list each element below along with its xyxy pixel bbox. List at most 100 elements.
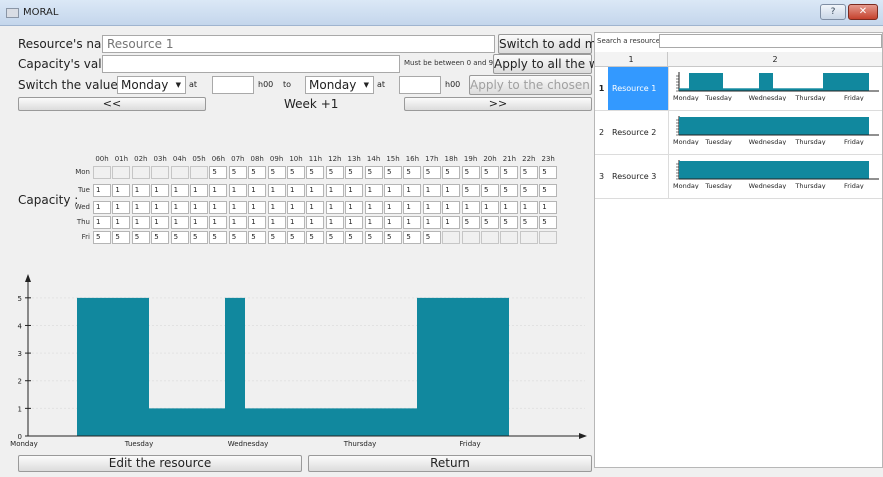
resource-item-3[interactable]: Resource 3: [608, 155, 668, 198]
capacity-cell[interactable]: 1: [403, 184, 422, 197]
capacity-cell[interactable]: 5: [461, 166, 480, 179]
capacity-cell[interactable]: 5: [539, 184, 558, 197]
capacity-cell[interactable]: 1: [170, 216, 189, 229]
capacity-cell[interactable]: 5: [151, 231, 170, 244]
capacity-cell[interactable]: 5: [539, 216, 558, 229]
search-resource-input[interactable]: [659, 34, 882, 48]
capacity-cell[interactable]: 1: [422, 184, 441, 197]
capacity-cell[interactable]: 1: [209, 201, 228, 214]
close-button[interactable]: ✕: [848, 4, 878, 20]
capacity-cell[interactable]: 1: [306, 184, 325, 197]
capacity-cell[interactable]: 1: [442, 201, 461, 214]
resource-item-2[interactable]: Resource 2: [608, 111, 668, 154]
capacity-cell[interactable]: 1: [403, 201, 422, 214]
capacity-cell[interactable]: 1: [209, 184, 228, 197]
capacity-cell[interactable]: 1: [170, 201, 189, 214]
capacity-cell[interactable]: 1: [131, 184, 150, 197]
capacity-cell[interactable]: [170, 166, 189, 179]
capacity-cell[interactable]: 1: [422, 216, 441, 229]
resource-item-1[interactable]: Resource 1: [608, 67, 668, 110]
capacity-cell[interactable]: 1: [442, 216, 461, 229]
capacity-cell[interactable]: 1: [267, 184, 286, 197]
capacity-cell[interactable]: 1: [403, 216, 422, 229]
capacity-cell[interactable]: [131, 166, 150, 179]
apply-week-button[interactable]: Apply to all the week: [493, 54, 620, 74]
capacity-cell[interactable]: 5: [248, 166, 267, 179]
capacity-cell[interactable]: 1: [228, 216, 247, 229]
capacity-cell[interactable]: 5: [364, 231, 383, 244]
capacity-cell[interactable]: 1: [267, 216, 286, 229]
capacity-cell[interactable]: [500, 231, 519, 244]
capacity-cell[interactable]: [112, 166, 131, 179]
capacity-cell[interactable]: [442, 231, 461, 244]
capacity-cell[interactable]: 1: [364, 216, 383, 229]
help-button[interactable]: ?: [820, 4, 846, 20]
capacity-cell[interactable]: 5: [442, 166, 461, 179]
capacity-cell[interactable]: 1: [345, 216, 364, 229]
capacity-cell[interactable]: 1: [461, 201, 480, 214]
capacity-cell[interactable]: 1: [248, 184, 267, 197]
capacity-cell[interactable]: 5: [228, 166, 247, 179]
capacity-cell[interactable]: 5: [422, 231, 441, 244]
capacity-cell[interactable]: 1: [151, 184, 170, 197]
capacity-cell[interactable]: 1: [112, 201, 131, 214]
next-week-button[interactable]: >>: [404, 97, 592, 111]
capacity-cell[interactable]: 1: [190, 184, 208, 197]
capacity-cell[interactable]: 1: [306, 216, 325, 229]
capacity-cell[interactable]: 1: [287, 216, 305, 229]
capacity-cell[interactable]: 1: [267, 201, 286, 214]
capacity-cell[interactable]: 5: [112, 231, 131, 244]
capacity-cell[interactable]: 1: [131, 216, 150, 229]
capacity-cell[interactable]: 5: [481, 216, 499, 229]
capacity-cell[interactable]: 1: [248, 201, 267, 214]
capacity-cell[interactable]: 5: [519, 184, 538, 197]
capacity-cell[interactable]: 5: [500, 166, 519, 179]
capacity-cell[interactable]: [539, 231, 558, 244]
capacity-cell[interactable]: 5: [461, 216, 480, 229]
capacity-cell[interactable]: 5: [539, 166, 558, 179]
capacity-cell[interactable]: 5: [325, 231, 344, 244]
capacity-cell[interactable]: 1: [325, 216, 344, 229]
capacity-cell[interactable]: 5: [345, 166, 364, 179]
apply-hours-button[interactable]: Apply to the chosen hours: [469, 75, 627, 95]
capacity-cell[interactable]: 1: [519, 201, 538, 214]
capacity-cell[interactable]: 5: [190, 231, 208, 244]
capacity-cell[interactable]: 1: [248, 216, 267, 229]
capacity-cell[interactable]: 1: [228, 184, 247, 197]
capacity-cell[interactable]: 1: [112, 216, 131, 229]
capacity-cell[interactable]: 5: [461, 184, 480, 197]
capacity-cell[interactable]: 1: [209, 216, 228, 229]
capacity-cell[interactable]: 5: [248, 231, 267, 244]
capacity-value-input[interactable]: [102, 55, 400, 73]
from-hour-input[interactable]: [212, 76, 254, 94]
capacity-cell[interactable]: 1: [325, 201, 344, 214]
capacity-cell[interactable]: [481, 231, 499, 244]
capacity-cell[interactable]: 1: [112, 184, 131, 197]
capacity-cell[interactable]: 1: [325, 184, 344, 197]
from-day-select[interactable]: Monday ▼: [117, 76, 186, 94]
previous-week-button[interactable]: <<: [18, 97, 206, 111]
capacity-cell[interactable]: 5: [131, 231, 150, 244]
capacity-cell[interactable]: 1: [345, 201, 364, 214]
capacity-cell[interactable]: 5: [306, 231, 325, 244]
capacity-cell[interactable]: 5: [481, 184, 499, 197]
capacity-cell[interactable]: 1: [384, 216, 402, 229]
capacity-cell[interactable]: 5: [287, 166, 305, 179]
return-button[interactable]: Return: [308, 455, 592, 472]
capacity-cell[interactable]: 5: [500, 184, 519, 197]
capacity-cell[interactable]: 1: [190, 216, 208, 229]
capacity-cell[interactable]: 1: [151, 216, 170, 229]
capacity-cell[interactable]: 5: [403, 166, 422, 179]
capacity-cell[interactable]: 1: [287, 184, 305, 197]
capacity-cell[interactable]: 1: [364, 184, 383, 197]
resource-name-input[interactable]: [102, 35, 495, 53]
capacity-cell[interactable]: 5: [403, 231, 422, 244]
capacity-cell[interactable]: 1: [170, 184, 189, 197]
capacity-cell[interactable]: 1: [384, 184, 402, 197]
capacity-cell[interactable]: 1: [131, 201, 150, 214]
capacity-cell[interactable]: 5: [519, 166, 538, 179]
capacity-cell[interactable]: 1: [384, 201, 402, 214]
capacity-cell[interactable]: 5: [422, 166, 441, 179]
capacity-cell[interactable]: 5: [306, 166, 325, 179]
capacity-cell[interactable]: 5: [325, 166, 344, 179]
